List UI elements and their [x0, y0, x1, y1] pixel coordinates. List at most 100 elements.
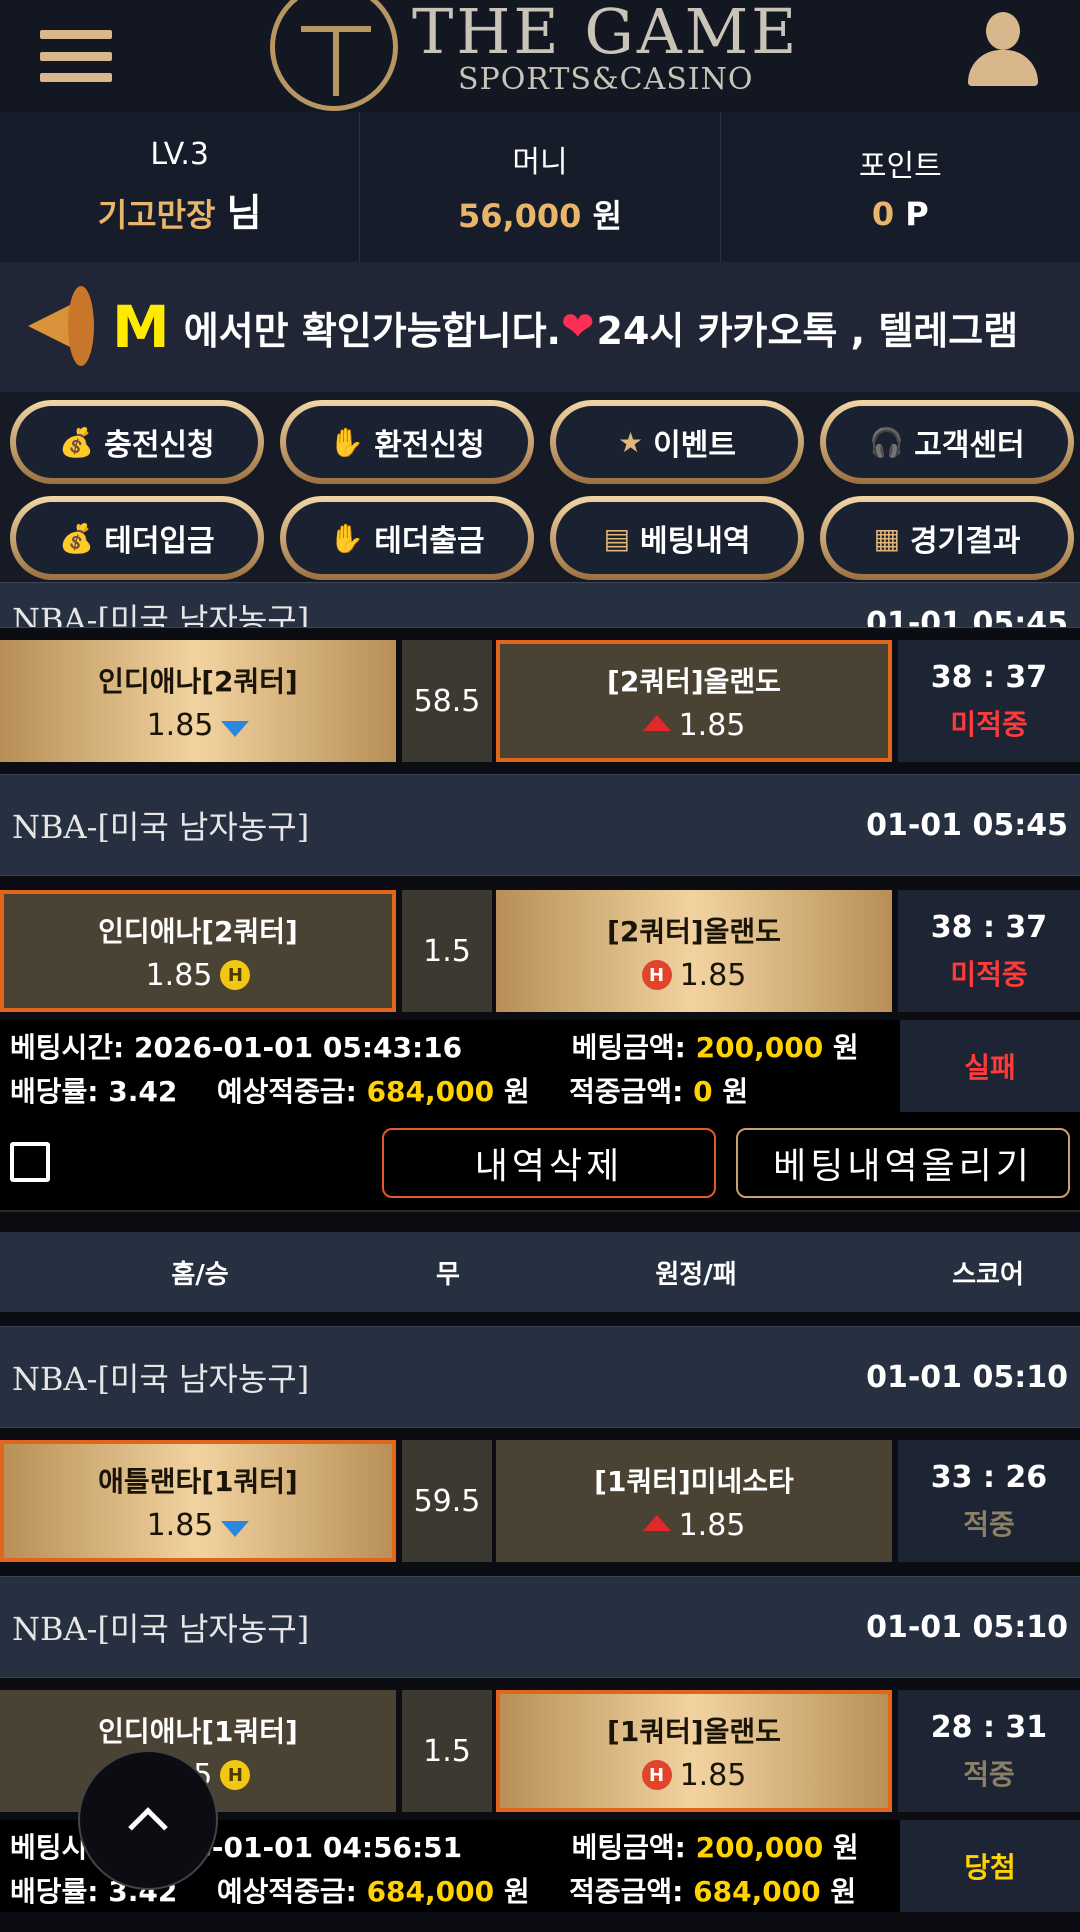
betting-history-button[interactable]: ▤ 베팅내역 — [550, 496, 804, 580]
money-unit: 원 — [592, 197, 623, 235]
line-value: 1.5 — [423, 1733, 471, 1769]
arrow-up-icon — [642, 715, 671, 731]
notice-marquee: M 에서만 확인가능합니다. ❤ 24시 카카오톡 , 텔레그램 — [0, 262, 1080, 392]
odds-row: 인디애나[2쿼터] 1.85 58.5 [2쿼터]올랜도 1.85 38 : 3… — [0, 640, 1080, 762]
money-label: 머니 — [512, 145, 568, 180]
handicap-badge-icon: H — [641, 960, 672, 990]
away-odds-cell[interactable]: [1쿼터]올랜도 H 1.85 — [496, 1690, 892, 1812]
menu-label: 충전신청 — [104, 428, 215, 463]
headset-icon: 🎧 — [869, 425, 905, 459]
arrow-down-icon — [221, 721, 250, 737]
menu-hamburger-icon[interactable] — [40, 24, 112, 88]
league-row: NBA-[미국 남자농구] 01-01 05:10 — [0, 1326, 1080, 1428]
line-value: 58.5 — [413, 683, 481, 719]
honorific: 님 — [226, 191, 262, 235]
scroll-to-top-button[interactable] — [78, 1750, 218, 1890]
home-odds: 1.85 — [146, 1507, 214, 1543]
arrow-up-icon — [642, 1515, 671, 1531]
currency-unit: 원 — [830, 1875, 857, 1908]
money-bag-icon: 💰 — [59, 521, 95, 555]
hit-label: 적중금액: — [569, 1075, 684, 1108]
tether-deposit-button[interactable]: 💰 테더입금 — [10, 496, 264, 580]
site-logo[interactable]: THE GAME SPORTS&CASINO — [270, 0, 830, 112]
hit-label: 적중금액: — [569, 1875, 684, 1908]
menu-label: 테더입금 — [104, 524, 215, 559]
bet-status: 적중 — [963, 1507, 1015, 1541]
home-odds-cell[interactable]: 애틀랜타[1쿼터] 1.85 — [0, 1440, 396, 1562]
level-panel: LV.3 기고만장 님 — [0, 112, 361, 262]
notice-brand-letter: M — [112, 293, 170, 361]
customer-center-button[interactable]: 🎧 고객센터 — [820, 400, 1074, 484]
line-cell: 59.5 — [402, 1440, 492, 1562]
away-odds: 1.85 — [678, 1507, 746, 1543]
home-team: 인디애나[1쿼터] — [98, 1714, 298, 1748]
score-cell: 38 : 37 미적중 — [898, 890, 1080, 1012]
delete-history-button[interactable]: 내역삭제 — [382, 1128, 716, 1198]
line-cell: 1.5 — [402, 1690, 492, 1812]
score-value: 38 : 37 — [930, 659, 1048, 695]
league-name: NBA-[미국 남자농구] — [12, 1610, 310, 1648]
line-cell: 1.5 — [402, 890, 492, 1012]
tether-withdraw-button[interactable]: ✋ 테더출금 — [280, 496, 534, 580]
arrow-down-icon — [221, 1521, 250, 1537]
away-odds: 1.85 — [678, 707, 746, 743]
post-history-button[interactable]: 베팅내역올리기 — [736, 1128, 1070, 1198]
point-panel: 포인트 0 P — [721, 112, 1080, 262]
menu-label: 테더출금 — [374, 524, 485, 559]
bet-summary: 베팅시간: 2026-01-01 05:43:16 베팅금액: 200,000 … — [0, 1020, 1080, 1112]
nickname: 기고만장 — [97, 196, 216, 234]
bet-amount-label: 베팅금액: — [571, 1831, 686, 1864]
receipt-icon: ▤ — [603, 521, 631, 555]
logo-emblem-icon — [270, 0, 398, 111]
calendar-star-icon: ★ — [618, 425, 644, 459]
away-team: [1쿼터]올랜도 — [607, 1714, 781, 1748]
away-odds: 1.85 — [679, 1757, 747, 1793]
hit-value: 684,000 — [693, 1875, 821, 1908]
league-name: NBA-[미국 남자농구] — [12, 808, 310, 846]
currency-unit: 원 — [832, 1031, 859, 1064]
score-cell: 38 : 37 미적중 — [898, 640, 1080, 762]
match-time: 01-01 05:10 — [866, 1359, 1068, 1395]
select-checkbox[interactable] — [10, 1142, 50, 1182]
match-time: 01-01 05:10 — [866, 1609, 1068, 1645]
currency-unit: 원 — [722, 1075, 749, 1108]
league-row: NBA-[미국 남자농구] 01-01 05:45 — [0, 774, 1080, 876]
away-odds: 1.85 — [679, 957, 747, 993]
away-odds-cell[interactable]: [1쿼터]미네소타 1.85 — [496, 1440, 892, 1562]
home-odds-cell[interactable]: 인디애나[2쿼터] 1.85 H — [0, 890, 396, 1012]
quick-menu: 💰 충전신청 ✋ 환전신청 ★ 이벤트 🎧 고객센터 💰 테더입금 ✋ 테더출금 ▤ 베팅내역… — [0, 392, 1080, 582]
bet-status: 미적중 — [950, 707, 1028, 741]
score-value: 38 : 37 — [930, 909, 1048, 945]
event-button[interactable]: ★ 이벤트 — [550, 400, 804, 484]
bet-amount: 200,000 — [695, 1031, 824, 1064]
expected-label: 예상적중금: — [216, 1075, 357, 1108]
home-odds-cell[interactable]: 인디애나[2쿼터] 1.85 — [0, 640, 396, 762]
notice-text: 에서만 확인가능합니다. — [183, 308, 561, 353]
home-team: 애틀랜타[1쿼터] — [98, 1464, 298, 1498]
bet-time: 2026-01-01 05:43:16 — [134, 1031, 463, 1064]
deposit-request-button[interactable]: 💰 충전신청 — [10, 400, 264, 484]
expected-value: 684,000 — [366, 1875, 495, 1908]
score-value: 33 : 26 — [930, 1459, 1048, 1495]
logo-sub-text: SPORTS&CASINO — [457, 62, 754, 97]
away-odds-cell[interactable]: [2쿼터]올랜도 H 1.85 — [496, 890, 892, 1012]
away-team: [1쿼터]미네소타 — [594, 1464, 794, 1498]
rate-value: 3.42 — [108, 1075, 178, 1108]
point-label: 포인트 — [858, 149, 942, 184]
user-profile-icon[interactable] — [966, 10, 1040, 86]
league-row: NBA-[미국 남자농구] 01-01 05:45 — [0, 582, 1080, 628]
score-cell: 28 : 31 적중 — [898, 1690, 1080, 1812]
rate-label: 배당률: — [10, 1075, 99, 1108]
logo-main-text: THE GAME — [412, 0, 800, 68]
away-odds-cell[interactable]: [2쿼터]올랜도 1.85 — [496, 640, 892, 762]
match-time: 01-01 05:45 — [866, 606, 1068, 628]
menu-label: 베팅내역 — [640, 524, 751, 559]
point-unit: P — [905, 195, 929, 233]
withdraw-request-button[interactable]: ✋ 환전신청 — [280, 400, 534, 484]
rate-label: 배당률: — [10, 1875, 99, 1908]
league-name: NBA-[미국 남자농구] — [12, 601, 310, 628]
game-results-button[interactable]: ▦ 경기결과 — [820, 496, 1074, 580]
menu-label: 환전신청 — [374, 428, 485, 463]
column-away: 원정/패 — [655, 1259, 737, 1290]
column-home: 홈/승 — [171, 1259, 229, 1290]
